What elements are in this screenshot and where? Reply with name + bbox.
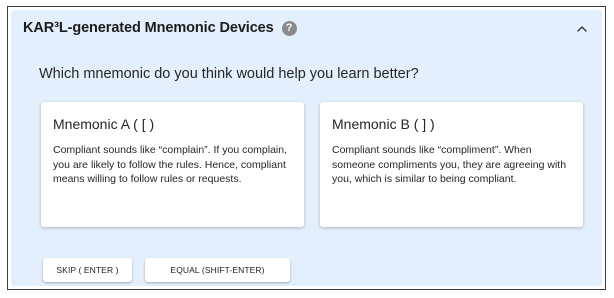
mnemonic-b-text: Compliant sounds like “compliment”. When…	[332, 144, 567, 185]
mnemonic-frame: KAR³L-generated Mnemonic Devices ? Which…	[7, 6, 606, 290]
mnemonic-card-a[interactable]: Mnemonic A ( [ ) Compliant sounds like “…	[41, 102, 304, 227]
equal-button[interactable]: EQUAL (SHIFT-ENTER)	[145, 258, 290, 282]
mnemonic-b-title: Mnemonic B ( ] )	[332, 116, 435, 132]
mnemonic-a-text: Compliant sounds like “complain”. If you…	[53, 144, 288, 185]
panel-title: KAR³L-generated Mnemonic Devices	[23, 20, 274, 36]
mnemonic-a-title: Mnemonic A ( [ )	[53, 116, 155, 132]
help-icon[interactable]: ?	[281, 20, 297, 36]
question-text: Which mnemonic do you think would help y…	[39, 66, 419, 82]
panel-header: KAR³L-generated Mnemonic Devices ?	[23, 20, 297, 36]
chevron-up-icon[interactable]	[576, 24, 588, 34]
skip-button[interactable]: SKIP ( ENTER )	[43, 258, 132, 282]
mnemonic-card-b[interactable]: Mnemonic B ( ] ) Compliant sounds like “…	[320, 102, 583, 227]
mnemonic-panel: KAR³L-generated Mnemonic Devices ? Which…	[11, 10, 602, 286]
